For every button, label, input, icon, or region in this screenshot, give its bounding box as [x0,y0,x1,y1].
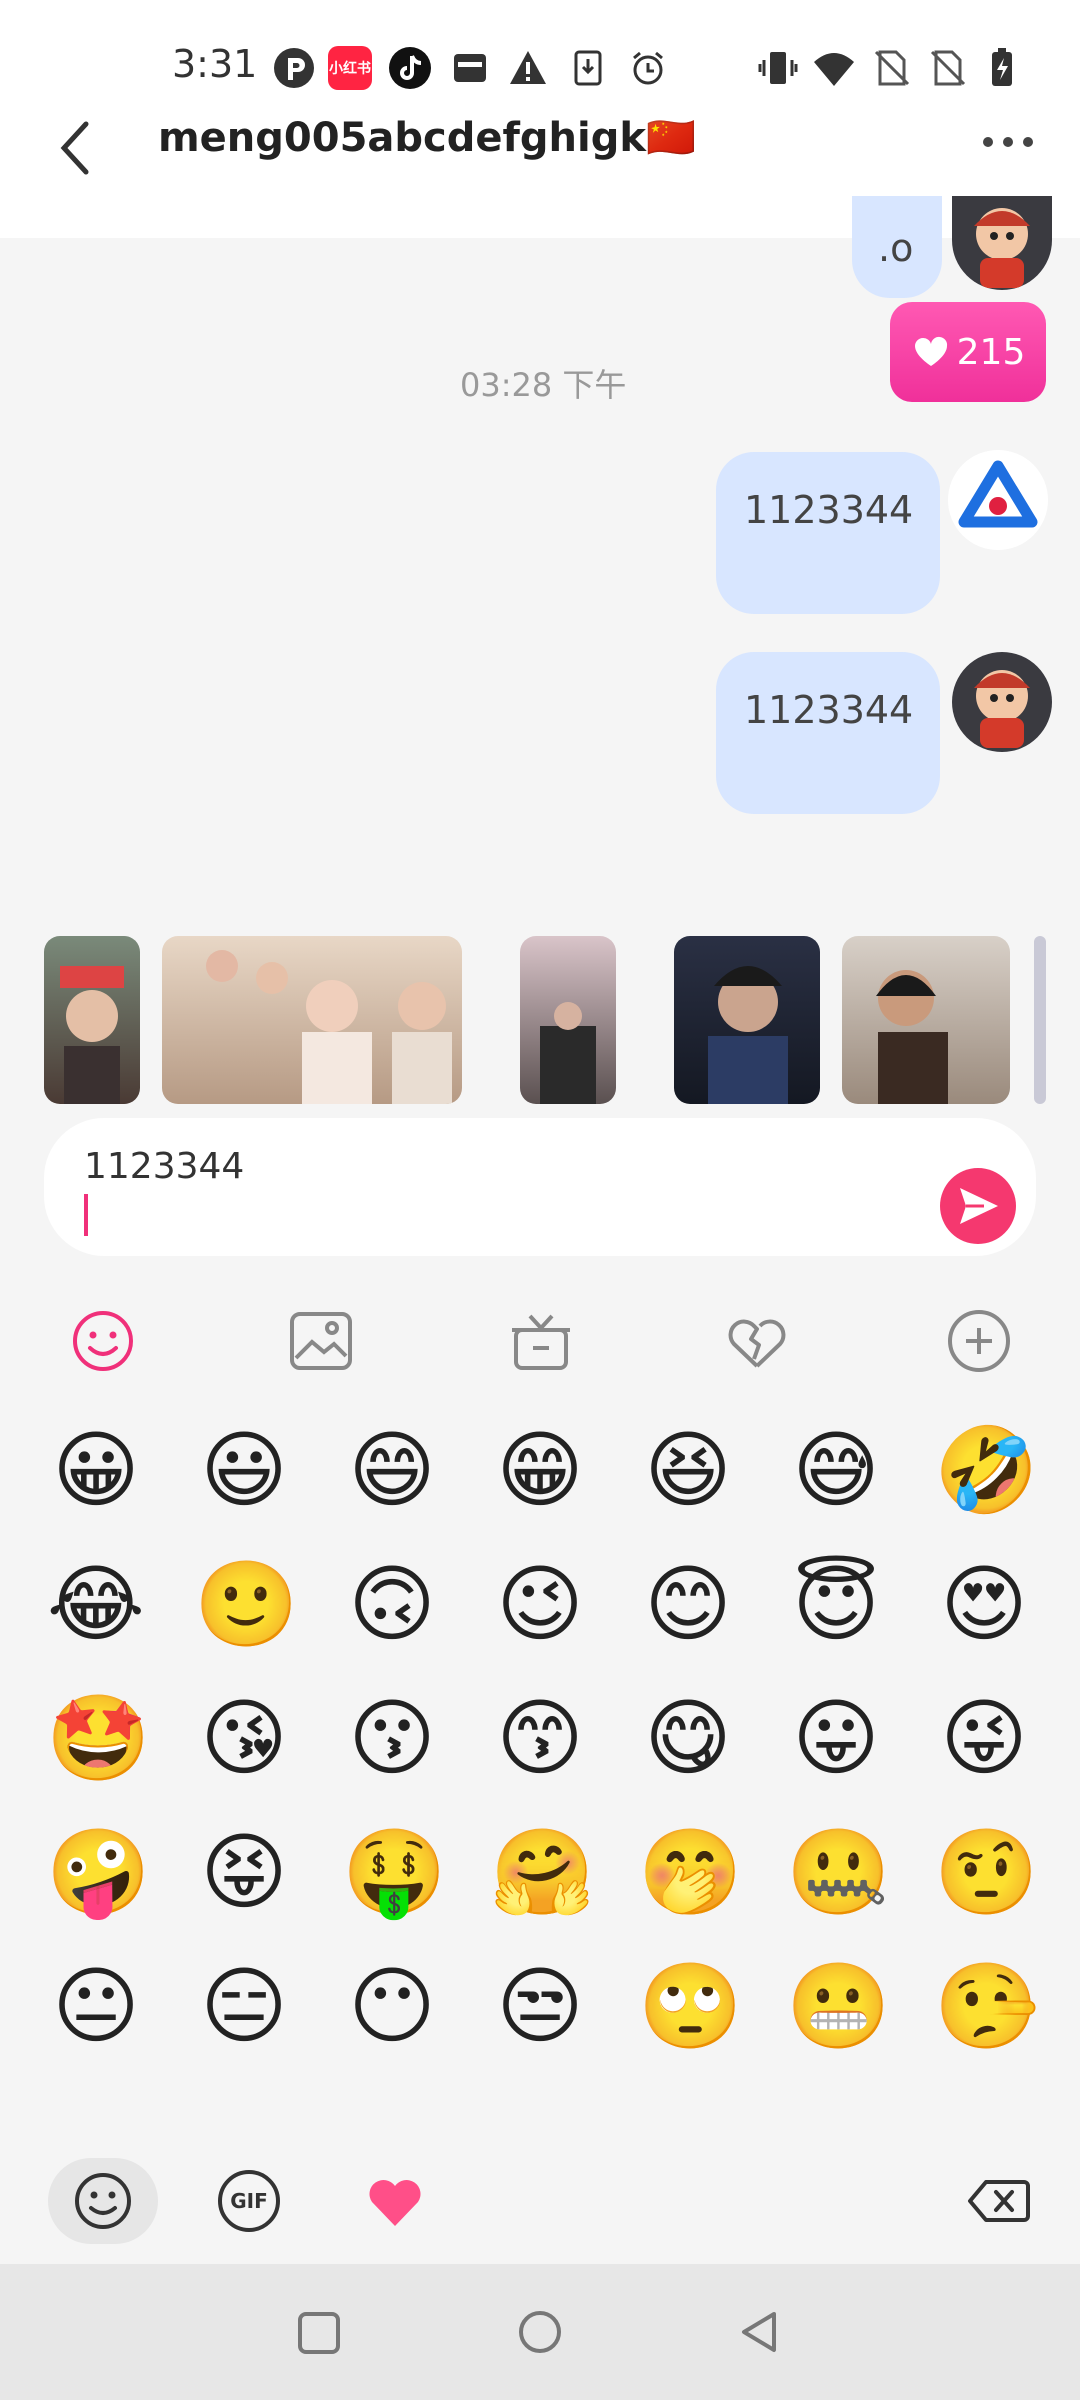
tiktok-icon [388,46,432,90]
emoji-key[interactable]: 🤪 [46,1822,151,1922]
chat-title: meng005abcdefghigk🇨🇳 [158,115,696,161]
send-icon [960,1188,998,1224]
message-text: .o [878,226,914,270]
emoji-key[interactable]: 😇 [786,1554,886,1654]
emoji-key[interactable]: 😋 [638,1688,738,1788]
cartoon-avatar[interactable] [952,196,1052,290]
emoji-key[interactable]: 🤩 [46,1688,151,1788]
alarm-icon [626,46,670,90]
emoji-key[interactable]: 😐 [46,1956,146,2056]
heart-icon [914,336,947,366]
p-app-icon [272,46,316,90]
status-time: 3:31 [172,42,258,86]
message-text: 1123344 [744,488,914,532]
photo-thumbnail[interactable] [520,936,616,1104]
emoji-key[interactable]: 😘 [194,1688,294,1788]
emoji-key[interactable]: 😑 [194,1956,294,2056]
emoji-key[interactable]: 😛 [786,1688,886,1788]
message-input[interactable]: 1123344 [44,1118,1036,1256]
emoji-key[interactable]: 🤗 [490,1822,595,1922]
emoji-key[interactable]: 🤥 [934,1956,1039,2056]
message-bubble[interactable]: 1123344 [716,452,940,614]
more-options-icon[interactable] [980,122,1036,162]
recents-icon[interactable] [296,2310,342,2356]
gif-tab[interactable]: GIF [218,2170,280,2232]
message-bubble[interactable]: .o [852,196,942,298]
text-caret [84,1194,88,1236]
xiaohongshu-icon: 小红书 [328,46,372,90]
message-timestamp: 03:28 下午 [460,366,627,404]
emoji-key[interactable]: 😃 [194,1420,294,1520]
photo-thumbnail[interactable] [674,936,820,1104]
battery-charging-icon [980,46,1024,90]
photo-thumbnail[interactable] [44,936,140,1104]
message-bubble[interactable]: 1123344 [716,652,940,814]
emoji-key[interactable]: 😗 [342,1688,442,1788]
vibrate-icon [756,46,800,90]
emoji-key[interactable]: 😄 [342,1420,442,1520]
emoji-tab[interactable] [48,2158,158,2244]
no-sim-icon-2 [926,46,970,90]
backspace-icon[interactable] [966,2174,1032,2228]
home-icon[interactable] [516,2308,564,2356]
emoji-category-bar: GIF [0,2140,1080,2264]
wifi-icon [812,46,856,90]
photo-strip [0,936,1080,1106]
back-arrow-icon[interactable] [52,112,102,182]
gift-icon[interactable] [506,1306,576,1376]
message-input-text: 1123344 [84,1146,245,1187]
photo-thumbnail[interactable] [1034,936,1046,1104]
emoji-key[interactable]: 🙃 [342,1554,442,1654]
like-count: 215 [956,331,1026,373]
emoji-key[interactable]: 🤣 [934,1420,1039,1520]
emoji-key[interactable]: 😀 [46,1420,146,1520]
send-button[interactable] [940,1168,1016,1244]
emoji-grid: 😀 😃 😄 😁 😆 😅 🤣 😂 🙂 🙃 😉 😊 😇 😍 🤩 😘 😗 😙 😋 😛 … [0,1420,1080,2140]
emoji-key[interactable]: 🤨 [934,1822,1039,1922]
system-nav-bar [0,2264,1080,2400]
emoji-key[interactable]: 😊 [638,1554,738,1654]
wallet-icon [448,46,492,90]
emoji-key[interactable]: 🤭 [638,1822,743,1922]
message-text: 1123344 [744,688,914,732]
download-icon [566,46,610,90]
cartoon-avatar[interactable] [952,652,1052,752]
emoji-key[interactable]: 😝 [194,1822,294,1922]
emoji-key[interactable]: 😉 [490,1554,590,1654]
like-count-bubble[interactable]: 215 [890,302,1046,402]
emoji-key[interactable]: 😒 [490,1956,590,2056]
emoji-key[interactable]: 😶 [342,1956,442,2056]
emoji-key[interactable]: 😅 [786,1420,886,1520]
app-logo-avatar[interactable] [948,450,1048,550]
emoji-key[interactable]: 🤑 [342,1822,447,1922]
emoji-key[interactable]: 😁 [490,1420,590,1520]
emoji-key[interactable]: 😂 [46,1554,146,1654]
photo-thumbnail[interactable] [842,936,1010,1104]
emoji-key[interactable]: 🙂 [194,1554,299,1654]
emoji-key[interactable]: 😆 [638,1420,738,1520]
warning-icon [506,46,550,90]
no-sim-icon [870,46,914,90]
emoji-icon[interactable] [68,1306,138,1376]
emoji-key[interactable]: 😍 [934,1554,1034,1654]
emoji-key[interactable]: 😬 [786,1956,891,2056]
heart-broken-icon[interactable] [722,1306,792,1376]
emoji-key[interactable]: 😜 [934,1688,1034,1788]
heart-tab[interactable] [364,2170,426,2232]
emoji-key[interactable]: 😙 [490,1688,590,1788]
photo-thumbnail[interactable] [162,936,462,1104]
image-icon[interactable] [286,1306,356,1376]
emoji-key[interactable]: 🙄 [638,1956,743,2056]
plus-icon[interactable] [944,1306,1014,1376]
back-nav-icon[interactable] [736,2308,784,2356]
emoji-key[interactable]: 🤐 [786,1822,891,1922]
